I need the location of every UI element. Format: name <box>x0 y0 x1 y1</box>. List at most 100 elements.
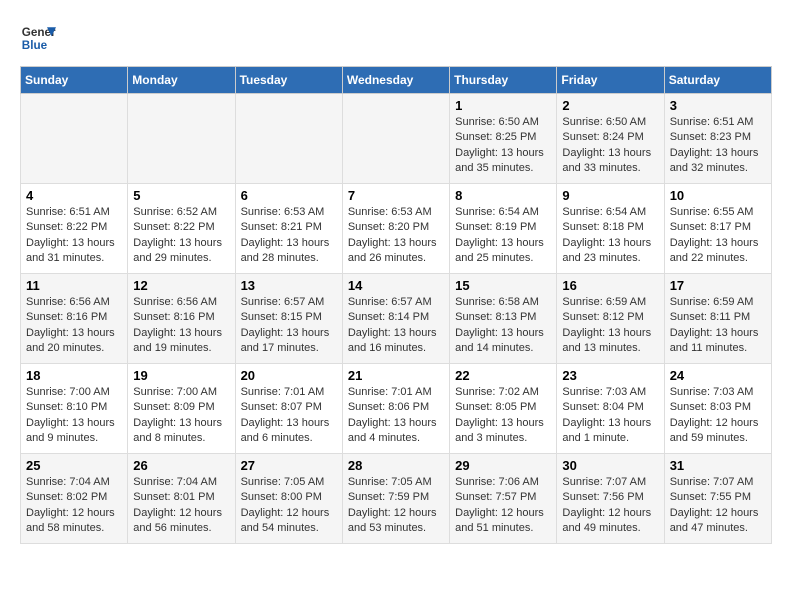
day-number: 18 <box>26 368 122 383</box>
day-number: 16 <box>562 278 658 293</box>
day-number: 2 <box>562 98 658 113</box>
calendar-cell: 19 Sunrise: 7:00 AM Sunset: 8:09 PM Dayli… <box>128 364 235 454</box>
svg-text:Blue: Blue <box>22 39 48 52</box>
day-number: 29 <box>455 458 551 473</box>
day-info: Sunrise: 7:06 AM Sunset: 7:57 PM Dayligh… <box>455 475 551 537</box>
day-info: Sunrise: 6:51 AM Sunset: 8:23 PM Dayligh… <box>670 115 766 177</box>
day-number: 6 <box>241 188 337 203</box>
calendar-header-row: SundayMondayTuesdayWednesdayThursdayFrid… <box>21 67 772 94</box>
day-info: Sunrise: 6:53 AM Sunset: 8:21 PM Dayligh… <box>241 205 337 267</box>
day-number: 3 <box>670 98 766 113</box>
column-header-thursday: Thursday <box>450 67 557 94</box>
calendar-cell: 11 Sunrise: 6:56 AM Sunset: 8:16 PM Dayli… <box>21 274 128 364</box>
day-number: 1 <box>455 98 551 113</box>
calendar-cell: 14 Sunrise: 6:57 AM Sunset: 8:14 PM Dayli… <box>342 274 449 364</box>
day-number: 9 <box>562 188 658 203</box>
calendar-cell: 7 Sunrise: 6:53 AM Sunset: 8:20 PM Daylig… <box>342 184 449 274</box>
day-info: Sunrise: 6:59 AM Sunset: 8:11 PM Dayligh… <box>670 295 766 357</box>
day-info: Sunrise: 6:50 AM Sunset: 8:25 PM Dayligh… <box>455 115 551 177</box>
calendar-cell: 29 Sunrise: 7:06 AM Sunset: 7:57 PM Dayli… <box>450 454 557 544</box>
day-info: Sunrise: 6:50 AM Sunset: 8:24 PM Dayligh… <box>562 115 658 177</box>
column-header-tuesday: Tuesday <box>235 67 342 94</box>
day-number: 13 <box>241 278 337 293</box>
day-number: 22 <box>455 368 551 383</box>
calendar-cell: 31Sunrise: 7:07 AM Sunset: 7:55 PM Dayli… <box>664 454 771 544</box>
calendar-cell: 4Sunrise: 6:51 AM Sunset: 8:22 PM Daylig… <box>21 184 128 274</box>
calendar-cell <box>21 94 128 184</box>
day-number: 27 <box>241 458 337 473</box>
calendar-cell: 25 Sunrise: 7:04 AM Sunset: 8:02 PM Dayli… <box>21 454 128 544</box>
day-number: 14 <box>348 278 444 293</box>
calendar-cell: 21 Sunrise: 7:01 AM Sunset: 8:06 PM Dayli… <box>342 364 449 454</box>
calendar-cell: 20 Sunrise: 7:01 AM Sunset: 8:07 PM Dayli… <box>235 364 342 454</box>
day-info: Sunrise: 6:53 AM Sunset: 8:20 PM Dayligh… <box>348 205 444 267</box>
column-header-friday: Friday <box>557 67 664 94</box>
calendar-cell: 1 Sunrise: 6:50 AM Sunset: 8:25 PM Daylig… <box>450 94 557 184</box>
calendar-cell <box>128 94 235 184</box>
day-info: Sunrise: 7:01 AM Sunset: 8:06 PM Dayligh… <box>348 385 444 447</box>
calendar-cell: 17 Sunrise: 6:59 AM Sunset: 8:11 PM Dayli… <box>664 274 771 364</box>
logo: General Blue <box>20 20 56 56</box>
day-number: 28 <box>348 458 444 473</box>
calendar-cell: 10Sunrise: 6:55 AM Sunset: 8:17 PM Dayli… <box>664 184 771 274</box>
day-number: 12 <box>133 278 229 293</box>
day-info: Sunrise: 7:03 AM Sunset: 8:03 PM Dayligh… <box>670 385 766 447</box>
calendar-cell: 18 Sunrise: 7:00 AM Sunset: 8:10 PM Dayli… <box>21 364 128 454</box>
day-info: Sunrise: 6:55 AM Sunset: 8:17 PM Dayligh… <box>670 205 766 267</box>
day-info: Sunrise: 6:57 AM Sunset: 8:15 PM Dayligh… <box>241 295 337 357</box>
day-info: Sunrise: 7:07 AM Sunset: 7:55 PM Dayligh… <box>670 475 766 537</box>
calendar-cell: 6 Sunrise: 6:53 AM Sunset: 8:21 PM Daylig… <box>235 184 342 274</box>
calendar-cell: 27 Sunrise: 7:05 AM Sunset: 8:00 PM Dayli… <box>235 454 342 544</box>
calendar-cell: 8 Sunrise: 6:54 AM Sunset: 8:19 PM Daylig… <box>450 184 557 274</box>
calendar-cell <box>235 94 342 184</box>
calendar-cell: 23 Sunrise: 7:03 AM Sunset: 8:04 PM Dayli… <box>557 364 664 454</box>
calendar-cell: 16 Sunrise: 6:59 AM Sunset: 8:12 PM Dayli… <box>557 274 664 364</box>
day-number: 21 <box>348 368 444 383</box>
day-info: Sunrise: 6:54 AM Sunset: 8:19 PM Dayligh… <box>455 205 551 267</box>
day-info: Sunrise: 7:01 AM Sunset: 8:07 PM Dayligh… <box>241 385 337 447</box>
day-number: 24 <box>670 368 766 383</box>
calendar-cell: 3 Sunrise: 6:51 AM Sunset: 8:23 PM Daylig… <box>664 94 771 184</box>
day-info: Sunrise: 7:03 AM Sunset: 8:04 PM Dayligh… <box>562 385 658 447</box>
calendar-cell <box>342 94 449 184</box>
day-info: Sunrise: 7:05 AM Sunset: 8:00 PM Dayligh… <box>241 475 337 537</box>
day-number: 7 <box>348 188 444 203</box>
week-row-2: 4Sunrise: 6:51 AM Sunset: 8:22 PM Daylig… <box>21 184 772 274</box>
day-info: Sunrise: 7:07 AM Sunset: 7:56 PM Dayligh… <box>562 475 658 537</box>
day-info: Sunrise: 6:57 AM Sunset: 8:14 PM Dayligh… <box>348 295 444 357</box>
day-info: Sunrise: 7:00 AM Sunset: 8:09 PM Dayligh… <box>133 385 229 447</box>
week-row-5: 25 Sunrise: 7:04 AM Sunset: 8:02 PM Dayli… <box>21 454 772 544</box>
calendar-cell: 15 Sunrise: 6:58 AM Sunset: 8:13 PM Dayli… <box>450 274 557 364</box>
day-number: 26 <box>133 458 229 473</box>
logo-icon: General Blue <box>20 20 56 56</box>
day-info: Sunrise: 6:58 AM Sunset: 8:13 PM Dayligh… <box>455 295 551 357</box>
day-number: 23 <box>562 368 658 383</box>
calendar-table: SundayMondayTuesdayWednesdayThursdayFrid… <box>20 66 772 544</box>
column-header-sunday: Sunday <box>21 67 128 94</box>
day-number: 17 <box>670 278 766 293</box>
day-number: 5 <box>133 188 229 203</box>
day-info: Sunrise: 7:04 AM Sunset: 8:02 PM Dayligh… <box>26 475 122 537</box>
column-header-saturday: Saturday <box>664 67 771 94</box>
calendar-cell: 22 Sunrise: 7:02 AM Sunset: 8:05 PM Dayli… <box>450 364 557 454</box>
day-number: 19 <box>133 368 229 383</box>
day-info: Sunrise: 7:00 AM Sunset: 8:10 PM Dayligh… <box>26 385 122 447</box>
day-number: 11 <box>26 278 122 293</box>
day-info: Sunrise: 6:54 AM Sunset: 8:18 PM Dayligh… <box>562 205 658 267</box>
day-info: Sunrise: 7:02 AM Sunset: 8:05 PM Dayligh… <box>455 385 551 447</box>
day-info: Sunrise: 6:52 AM Sunset: 8:22 PM Dayligh… <box>133 205 229 267</box>
calendar-cell: 2 Sunrise: 6:50 AM Sunset: 8:24 PM Daylig… <box>557 94 664 184</box>
day-info: Sunrise: 6:56 AM Sunset: 8:16 PM Dayligh… <box>26 295 122 357</box>
day-info: Sunrise: 6:59 AM Sunset: 8:12 PM Dayligh… <box>562 295 658 357</box>
calendar-cell: 12 Sunrise: 6:56 AM Sunset: 8:16 PM Dayli… <box>128 274 235 364</box>
day-number: 25 <box>26 458 122 473</box>
day-number: 8 <box>455 188 551 203</box>
calendar-cell: 30Sunrise: 7:07 AM Sunset: 7:56 PM Dayli… <box>557 454 664 544</box>
day-number: 20 <box>241 368 337 383</box>
calendar-cell: 24 Sunrise: 7:03 AM Sunset: 8:03 PM Dayli… <box>664 364 771 454</box>
column-header-monday: Monday <box>128 67 235 94</box>
day-info: Sunrise: 6:56 AM Sunset: 8:16 PM Dayligh… <box>133 295 229 357</box>
header: General Blue <box>20 20 772 56</box>
day-number: 15 <box>455 278 551 293</box>
day-number: 4 <box>26 188 122 203</box>
